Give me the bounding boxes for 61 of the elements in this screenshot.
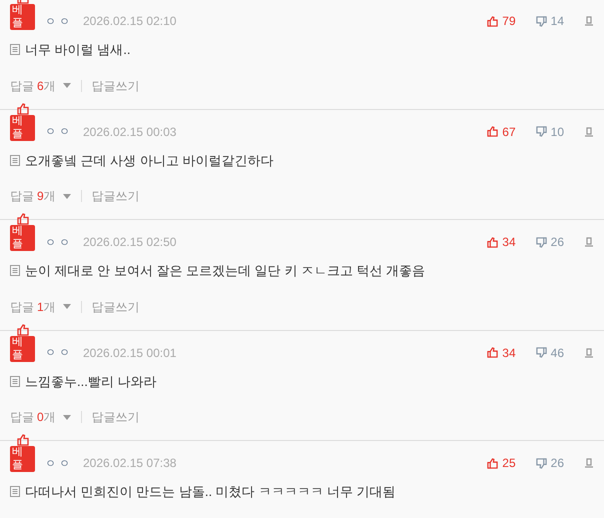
author-name: ㅇㅇ (45, 125, 73, 140)
thumbs-down-icon[interactable] (536, 236, 547, 248)
author-name: ㅇㅇ (45, 346, 73, 361)
report-icon[interactable] (584, 348, 594, 358)
write-reply-link[interactable]: 답글쓰기 (92, 408, 140, 426)
report-icon[interactable] (584, 458, 594, 468)
thumbs-up-icon[interactable] (16, 324, 28, 336)
like-button[interactable]: 25 (487, 454, 516, 472)
comment-date: 2026.02.15 07:38 (83, 455, 176, 472)
caret-icon (62, 304, 71, 309)
caret-icon (62, 194, 71, 198)
memo-icon (10, 376, 20, 387)
caret-icon (62, 83, 71, 88)
replies-toggle[interactable]: 답글 0개 (10, 408, 71, 426)
thumbs-up-icon[interactable] (487, 458, 498, 468)
dislike-button[interactable]: 26 (536, 454, 564, 472)
like-button[interactable]: 67 (487, 122, 516, 140)
thumbs-up-icon[interactable] (487, 16, 498, 26)
comment-text: 다떠나서 민희진이 만드는 남돌.. 미쳤다 ㅋㅋㅋㅋㅋ 너무 기대됨 (25, 483, 396, 501)
memo-icon (10, 44, 20, 56)
memo-icon (10, 154, 20, 166)
comment-date: 2026.02.15 00:03 (83, 124, 176, 140)
dislike-button[interactable]: 10 (536, 122, 564, 140)
author-name: ㅇㅇ (45, 456, 73, 472)
comment-date: 2026.02.15 00:01 (83, 344, 176, 362)
write-reply-link[interactable]: 답글쓰기 (92, 298, 140, 316)
dislike-button[interactable]: 14 (536, 12, 564, 30)
replies-toggle[interactable]: 답글 6개 (10, 76, 71, 94)
thumbs-up-icon[interactable] (16, 434, 28, 446)
thumbs-up-icon[interactable] (487, 126, 498, 137)
comment-date: 2026.02.15 02:50 (83, 234, 176, 251)
thumbs-down-icon[interactable] (536, 458, 547, 468)
like-button[interactable]: 34 (487, 344, 516, 362)
memo-icon (10, 486, 20, 498)
report-icon[interactable] (584, 237, 594, 247)
comment-text: 오개좋넼 근데 사생 아니고 바이럴같긴하다 (25, 152, 274, 170)
replies-toggle[interactable]: 답글 9개 (10, 187, 71, 205)
comment-text: 느낌좋누...빨리 나와라 (25, 372, 156, 390)
thumbs-up-icon[interactable] (16, 102, 28, 114)
thumbs-up-icon[interactable] (16, 213, 28, 225)
write-reply-link[interactable]: 답글쓰기 (92, 187, 140, 205)
thumbs-down-icon[interactable] (536, 126, 547, 137)
comment-text: 너무 바이럴 냄새.. (25, 41, 130, 59)
thumbs-down-icon[interactable] (536, 16, 547, 26)
memo-icon (10, 265, 20, 276)
comment-text: 눈이 제대로 안 보여서 잘은 모르겠는데 일단 키 ㅈㄴ크고 턱선 개좋음 (25, 262, 426, 280)
author-name: ㅇㅇ (45, 14, 73, 30)
thumbs-up-icon[interactable] (487, 236, 498, 248)
comment-date: 2026.02.15 02:10 (83, 13, 176, 30)
dislike-button[interactable]: 46 (536, 344, 564, 362)
report-icon[interactable] (584, 126, 594, 136)
dislike-button[interactable]: 26 (536, 233, 564, 251)
thumbs-up-icon[interactable] (487, 347, 498, 358)
replies-toggle[interactable]: 답글 1개 (10, 298, 71, 316)
author-name: ㅇㅇ (45, 236, 73, 250)
thumbs-down-icon[interactable] (536, 347, 547, 358)
write-reply-link[interactable]: 답글쓰기 (92, 76, 140, 94)
like-button[interactable]: 79 (487, 12, 516, 30)
report-icon[interactable] (584, 16, 594, 26)
like-button[interactable]: 34 (487, 233, 516, 251)
caret-icon (62, 414, 71, 420)
